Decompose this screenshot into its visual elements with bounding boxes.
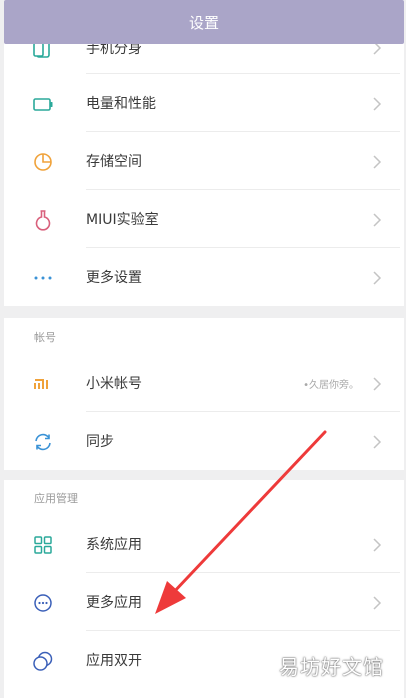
settings-item-label: 更多应用 xyxy=(86,595,142,611)
settings-item-label: 电量和性能 xyxy=(86,96,156,112)
settings-item-more-apps[interactable]: 更多应用 xyxy=(4,573,404,631)
section-title-account: 帐号 xyxy=(34,331,56,344)
mi-account-nickname: •久居你旁。 xyxy=(303,380,359,391)
watermark-text: 易坊好文馆 xyxy=(279,655,384,679)
more-dots-icon xyxy=(34,276,52,280)
settings-item-label: 更多设置 xyxy=(86,270,142,286)
settings-item-mi-account[interactable]: 小米帐号 •久居你旁。 xyxy=(4,354,404,412)
settings-item-label: 同步 xyxy=(86,434,114,450)
settings-item-label: MIUI实验室 xyxy=(86,212,159,228)
chevron-right-icon xyxy=(373,377,382,391)
settings-item-label: 存储空间 xyxy=(86,154,142,170)
settings-item-label: 应用双开 xyxy=(86,653,142,669)
chevron-right-icon xyxy=(373,271,382,285)
dual-apps-icon xyxy=(33,651,53,671)
chevron-right-icon xyxy=(373,213,382,227)
battery-icon xyxy=(33,98,53,111)
chevron-right-icon xyxy=(373,155,382,169)
settings-item-label: 系统应用 xyxy=(86,537,142,553)
settings-item-label: 小米帐号 xyxy=(86,376,142,392)
mi-logo-icon xyxy=(34,379,48,389)
settings-item-storage[interactable]: 存储空间 xyxy=(4,132,404,190)
sync-icon xyxy=(35,433,51,451)
account-card: 帐号 小米帐号 •久居你旁。 同步 xyxy=(4,318,404,470)
chevron-right-icon xyxy=(373,596,382,610)
page-title: 设置 xyxy=(188,13,219,32)
chevron-right-icon xyxy=(373,435,382,449)
storage-pie-icon xyxy=(34,153,52,171)
settings-item-sync[interactable]: 同步 xyxy=(4,412,404,470)
settings-item-battery[interactable]: 电量和性能 xyxy=(4,74,404,132)
settings-item-more-settings[interactable]: 更多设置 xyxy=(4,248,404,306)
settings-item-system-apps[interactable]: 系统应用 xyxy=(4,515,404,573)
grid-apps-icon xyxy=(34,536,52,554)
chevron-right-icon xyxy=(373,538,382,552)
settings-item-miui-lab[interactable]: MIUI实验室 xyxy=(4,190,404,248)
section-title-app-management: 应用管理 xyxy=(34,492,78,505)
chevron-right-icon xyxy=(373,97,382,111)
page-header: 设置 xyxy=(4,0,404,44)
settings-card-top: 手机分身 电量和性能 存储空间 MIUI实验室 更多设置 xyxy=(4,16,404,306)
flask-icon xyxy=(35,210,51,231)
more-apps-icon xyxy=(34,594,52,612)
